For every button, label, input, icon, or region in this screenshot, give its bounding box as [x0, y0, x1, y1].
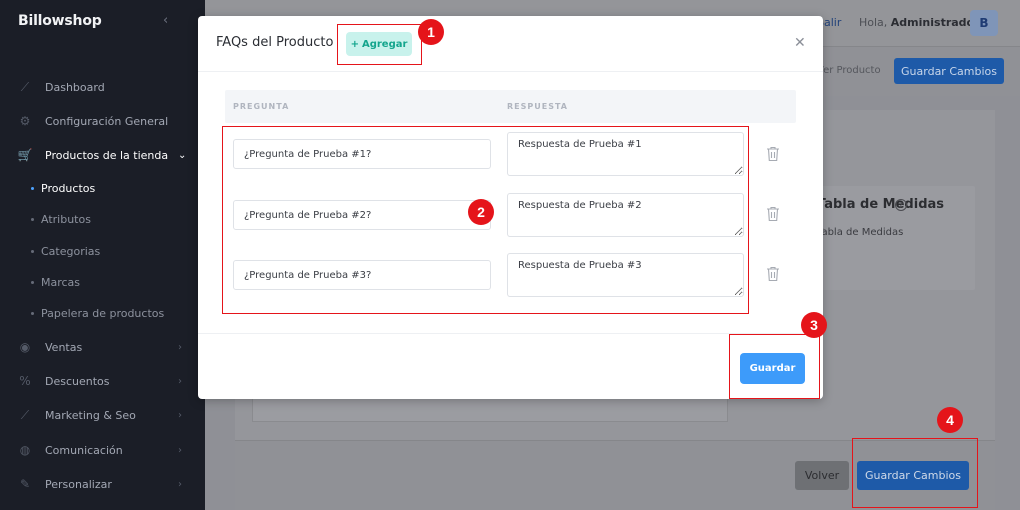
bullet-icon [31, 249, 34, 253]
money-icon: ◉ [19, 340, 31, 354]
modal-title: FAQs del Producto [216, 35, 334, 50]
trash-icon[interactable] [766, 266, 780, 282]
table-header: PREGUNTA RESPUESTA [225, 90, 796, 123]
modal-header: FAQs del Producto + Agregar ✕ [198, 16, 823, 72]
chart-icon: ⟋ [20, 407, 30, 422]
sidebar-subitem-papelera[interactable]: Papelera de productos [0, 301, 205, 325]
sidebar-item-personalizar[interactable]: ✎ Personalizar › [0, 470, 205, 498]
column-header-respuesta: RESPUESTA [507, 102, 568, 111]
column-header-pregunta: PREGUNTA [233, 102, 290, 111]
sidebar-subitem-productos[interactable]: Productos [0, 176, 205, 200]
trash-icon[interactable] [766, 206, 780, 222]
chevron-right-icon: › [178, 409, 182, 421]
chart-icon: ⟋ [20, 79, 30, 94]
close-icon[interactable]: ✕ [794, 35, 806, 51]
sidebar-item-configuracion[interactable]: ⚙ Configuración General [0, 107, 205, 135]
annotation-badge-1: 1 [418, 19, 444, 45]
sidebar-item-marketing[interactable]: ⟋ Marketing & Seo › [0, 401, 205, 429]
save-changes-top-button[interactable]: Guardar Cambios [894, 58, 1004, 84]
brand-logo[interactable]: Billowshop [18, 13, 102, 29]
sidebar-item-comunicacion[interactable]: ◍ Comunicación › [0, 436, 205, 464]
bullet-icon [31, 311, 34, 315]
sidebar-subitem-marcas[interactable]: Marcas [0, 270, 205, 294]
chevron-right-icon: › [178, 375, 182, 387]
sidebar-item-ventas[interactable]: ◉ Ventas › [0, 333, 205, 361]
gear-icon: ⚙ [19, 114, 31, 128]
bullet-icon [31, 186, 34, 190]
chevron-down-icon: ⌄ [178, 149, 187, 161]
sidebar-item-productos-tienda[interactable]: 🛒 Productos de la tienda ⌄ [0, 141, 205, 169]
sidebar-subitem-atributos[interactable]: Atributos [0, 207, 205, 231]
annotation-box-4 [852, 438, 978, 508]
bullet-icon [31, 280, 34, 284]
brush-icon: ✎ [19, 477, 31, 491]
bullet-icon [31, 217, 34, 221]
annotation-badge-2: 2 [468, 199, 494, 225]
avatar[interactable]: B [970, 10, 998, 36]
cart-icon: 🛒 [17, 148, 33, 162]
back-button[interactable]: Volver [795, 461, 849, 490]
sidebar-subitem-categorias[interactable]: Categorias [0, 239, 205, 263]
greeting: Hola, Administrador [859, 16, 980, 29]
percent-icon: % [19, 374, 31, 388]
chevron-right-icon: › [178, 341, 182, 353]
sidebar: Billowshop ‹ ⟋ Dashboard ⚙ Configuración… [0, 0, 205, 510]
sidebar-item-dashboard[interactable]: ⟋ Dashboard [0, 73, 205, 101]
annotation-box-3 [729, 334, 820, 399]
chevron-right-icon: › [178, 478, 182, 490]
collapse-sidebar-icon[interactable]: ‹ [163, 13, 168, 28]
sidebar-item-descuentos[interactable]: % Descuentos › [0, 367, 205, 395]
annotation-box-1 [337, 24, 422, 65]
view-product-link[interactable]: Ver Producto [817, 65, 881, 76]
chevron-right-icon: › [178, 444, 182, 456]
annotation-badge-4: 4 [937, 407, 963, 433]
medidas-title: Tabla de Medidas [817, 197, 945, 212]
medidas-subtitle: Tabla de Medidas [817, 227, 904, 238]
annotation-badge-3: 3 [801, 312, 827, 338]
globe-icon: ◍ [19, 443, 31, 457]
help-icon[interactable]: ? [895, 199, 907, 211]
trash-icon[interactable] [766, 146, 780, 162]
